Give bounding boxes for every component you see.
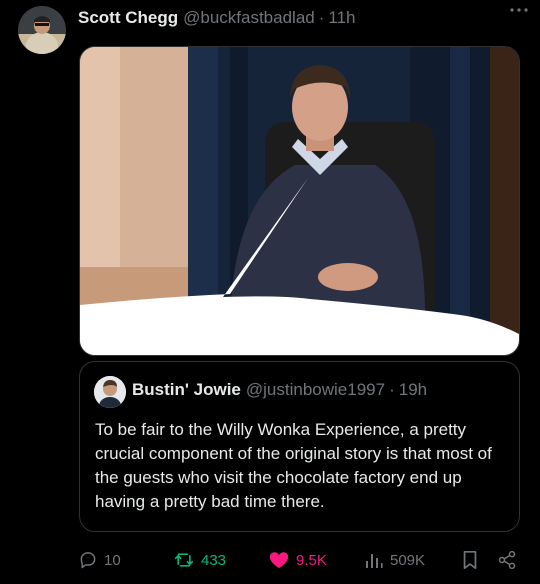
tweet-timestamp[interactable]: 11h: [328, 8, 355, 28]
more-icon: [510, 8, 528, 12]
avatar-image: [18, 6, 66, 54]
repost-button[interactable]: 433: [173, 548, 226, 572]
author-handle[interactable]: @buckfastbadlad: [183, 8, 315, 28]
like-count: 9.5K: [296, 551, 327, 569]
bookmark-icon: [463, 550, 477, 570]
quoted-separator-dot: ·: [389, 380, 395, 399]
bookmark-button[interactable]: [461, 548, 479, 572]
reply-count: 10: [104, 551, 121, 569]
quoted-timestamp[interactable]: 19h: [399, 380, 427, 400]
more-options-button[interactable]: [508, 3, 530, 17]
reply-button[interactable]: 10: [78, 548, 121, 572]
share-icon: [498, 550, 516, 570]
tweet-header: Scott Chegg @buckfastbadlad · 11h: [78, 7, 526, 29]
views-count: 509K: [390, 551, 426, 569]
author-avatar[interactable]: [18, 6, 66, 54]
quoted-tweet-text: To be fair to the Willy Wonka Experience…: [95, 420, 492, 511]
tweet-actions: 10 433 9.5K 509K: [78, 548, 526, 572]
quoted-author-avatar[interactable]: [94, 376, 126, 408]
heart-icon: [269, 552, 289, 569]
views-chart-icon: [366, 554, 383, 568]
views-button[interactable]: 509K: [364, 548, 425, 572]
quoted-tweet-header: Bustin' Jowie @justinbowie1997 · 19h: [132, 378, 509, 402]
repost-icon: [174, 553, 194, 567]
repost-count: 433: [201, 551, 227, 569]
tweet-media-image[interactable]: [79, 46, 520, 356]
quoted-tweet[interactable]: Bustin' Jowie @justinbowie1997 · 19h To …: [79, 361, 520, 532]
quoted-author-handle[interactable]: @justinbowie1997: [246, 380, 385, 400]
media-photo: [80, 47, 519, 355]
quoted-author-name[interactable]: Bustin' Jowie: [132, 380, 241, 400]
reply-icon: [80, 552, 96, 569]
author-name[interactable]: Scott Chegg: [78, 8, 178, 28]
separator-dot: ·: [318, 8, 325, 27]
share-button[interactable]: [496, 548, 518, 572]
like-button[interactable]: 9.5K: [268, 548, 327, 572]
quoted-avatar-image: [94, 376, 126, 408]
